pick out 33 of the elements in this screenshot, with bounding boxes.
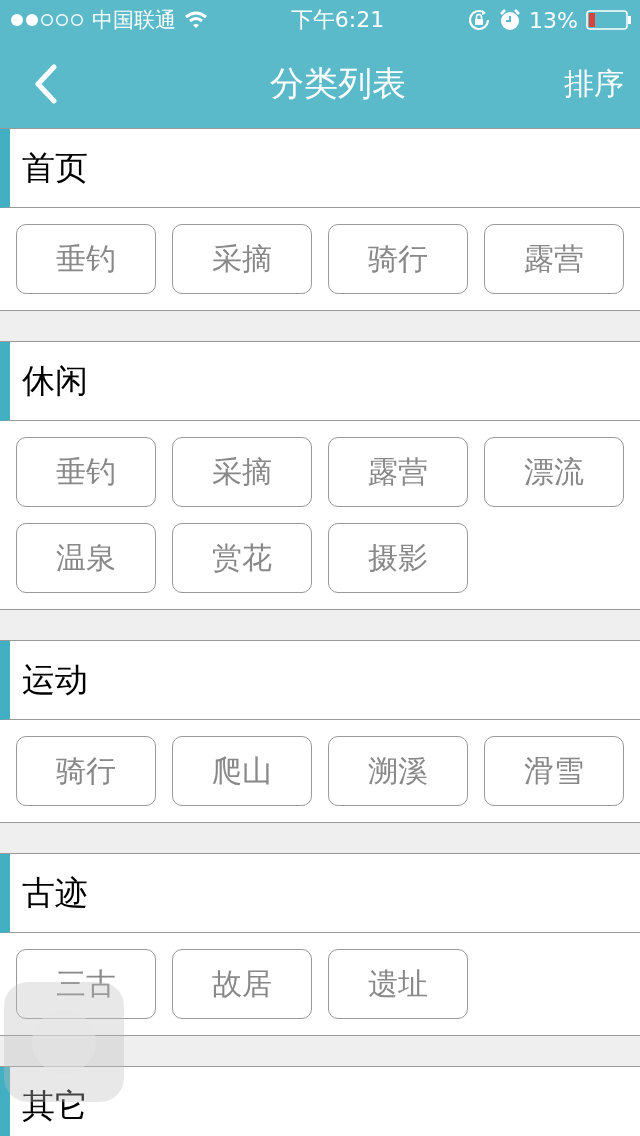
category-tag[interactable]: 温泉 xyxy=(16,523,156,593)
rotation-lock-icon xyxy=(467,8,492,32)
category-tag[interactable]: 漂流 xyxy=(484,437,624,507)
category-tag[interactable]: 滑雪 xyxy=(484,736,624,806)
section-title: 其它 xyxy=(22,1084,88,1127)
category-tag[interactable]: 溯溪 xyxy=(328,736,468,806)
section-title: 运动 xyxy=(22,658,88,701)
category-tag[interactable]: 垂钓 xyxy=(16,224,156,294)
category-tag[interactable]: 摄影 xyxy=(328,523,468,593)
category-tag[interactable]: 骑行 xyxy=(16,736,156,806)
category-tag[interactable]: 骑行 xyxy=(328,224,468,294)
status-time: 下午6:21 xyxy=(290,6,385,34)
battery-icon xyxy=(586,10,632,30)
signal-icon xyxy=(10,13,84,27)
section-title: 首页 xyxy=(22,146,88,189)
alarm-icon xyxy=(499,9,522,31)
category-tag[interactable]: 采摘 xyxy=(172,224,312,294)
category-tag[interactable]: 采摘 xyxy=(172,437,312,507)
battery-percent: 13% xyxy=(529,7,578,33)
category-tag[interactable]: 爬山 xyxy=(172,736,312,806)
section-title: 古迹 xyxy=(22,871,88,914)
wifi-icon xyxy=(184,11,208,29)
carrier-name: 中国联通 xyxy=(92,7,176,34)
category-tag[interactable]: 遗址 xyxy=(328,949,468,1019)
category-tag[interactable]: 垂钓 xyxy=(16,437,156,507)
category-tag[interactable]: 露营 xyxy=(484,224,624,294)
page-title: 分类列表 xyxy=(270,62,406,105)
category-tag[interactable]: 三古 xyxy=(16,949,156,1019)
category-tag[interactable]: 赏花 xyxy=(172,523,312,593)
sort-button[interactable]: 排序 xyxy=(564,63,624,105)
section-title: 休闲 xyxy=(22,359,88,402)
category-tag[interactable]: 露营 xyxy=(328,437,468,507)
category-tag[interactable]: 故居 xyxy=(172,949,312,1019)
